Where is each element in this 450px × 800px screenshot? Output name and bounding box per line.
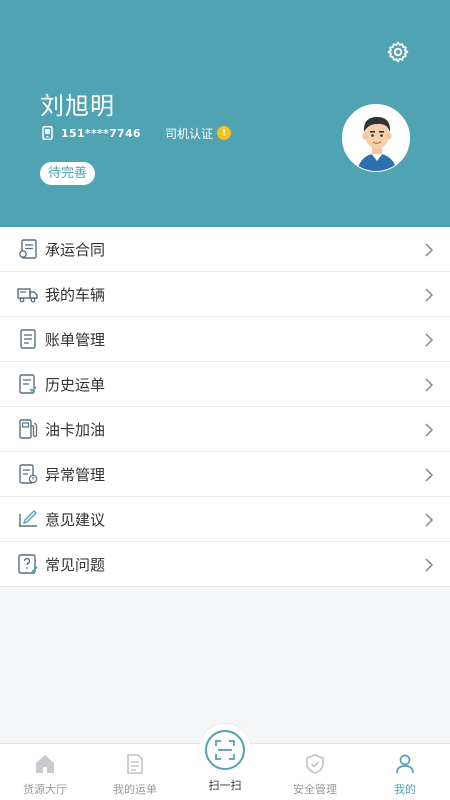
user-name: 刘旭明 (40, 92, 115, 120)
chevron-right-icon (425, 468, 434, 482)
menu-item-vehicle[interactable]: 我的车辆 (0, 272, 450, 317)
scan-ring (205, 730, 245, 770)
tab-label: 我的运单 (113, 783, 157, 796)
chevron-right-icon (425, 288, 434, 302)
menu-item-fuel[interactable]: 油卡加油 (0, 407, 450, 452)
tab-label: 我的 (394, 783, 416, 796)
scan-label: 扫一扫 (208, 779, 242, 792)
menu-item-feedback[interactable]: 意见建议 (0, 497, 450, 542)
menu-item-label: 油卡加油 (45, 420, 106, 439)
gear-icon[interactable] (386, 40, 410, 64)
history-order-icon (19, 374, 37, 394)
contract-icon (19, 239, 37, 259)
profile-header: 刘旭明 151****7746 司机认证 ! 待完善 (0, 0, 450, 227)
menu-item-faq[interactable]: 常见问题 (0, 542, 450, 587)
menu-item-label: 常见问题 (45, 555, 106, 574)
tab-cargo-hall[interactable]: 货源大厅 (0, 744, 90, 800)
feedback-icon (19, 510, 37, 527)
tab-safety[interactable]: 安全管理 (270, 744, 360, 800)
menu-item-label: 承运合同 (45, 240, 106, 259)
chevron-right-icon (425, 243, 434, 257)
status-badge[interactable]: 待完善 (40, 162, 96, 185)
chevron-right-icon (425, 333, 434, 347)
menu-item-bill[interactable]: 账单管理 (0, 317, 450, 362)
driver-certification[interactable]: 司机认证 ! (165, 124, 232, 142)
scan-button[interactable] (199, 724, 251, 776)
phone-number: 151****7746 (61, 126, 141, 140)
menu-item-label: 异常管理 (45, 465, 106, 484)
cert-label: 司机认证 (165, 126, 214, 141)
scan-icon (215, 740, 235, 760)
menu-list: 承运合同 我的车辆 账单管理 历史运单 油卡加油 异常管理 意见建议 常见问题 (0, 227, 450, 587)
exception-icon (19, 464, 38, 484)
truck-icon (17, 288, 38, 303)
menu-item-label: 历史运单 (45, 375, 106, 394)
tab-my-orders[interactable]: 我的运单 (90, 744, 180, 800)
chevron-right-icon (425, 378, 434, 392)
menu-item-contract[interactable]: 承运合同 (0, 227, 450, 272)
chevron-right-icon (425, 513, 434, 527)
menu-item-label: 我的车辆 (45, 285, 106, 304)
chevron-right-icon (425, 423, 434, 437)
phone-icon (42, 126, 53, 140)
tab-label: 安全管理 (293, 783, 337, 796)
faq-icon (18, 554, 38, 574)
bill-icon (20, 329, 36, 349)
phone-row: 151****7746 (42, 124, 141, 142)
tab-label: 货源大厅 (23, 783, 67, 796)
user-icon (396, 754, 414, 774)
chevron-right-icon (425, 558, 434, 572)
menu-item-label: 意见建议 (45, 510, 106, 529)
order-icon (127, 754, 143, 774)
warning-icon: ! (217, 126, 232, 140)
menu-item-exception[interactable]: 异常管理 (0, 452, 450, 497)
shield-icon (306, 754, 324, 774)
menu-item-history[interactable]: 历史运单 (0, 362, 450, 407)
home-icon (36, 755, 54, 773)
fuel-icon (19, 419, 38, 439)
driver-avatar-icon (343, 105, 409, 171)
tab-mine[interactable]: 我的 (360, 744, 450, 800)
avatar[interactable] (342, 104, 410, 172)
menu-item-label: 账单管理 (45, 330, 106, 349)
